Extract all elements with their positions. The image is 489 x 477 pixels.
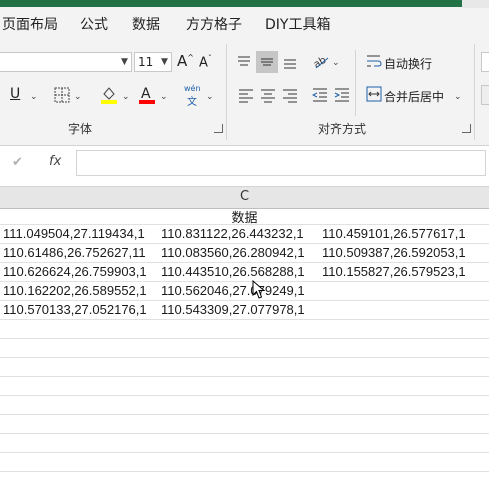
menu-bar: 页面布局 公式 数据 方方格子 DIY工具箱 bbox=[0, 0, 489, 40]
data-cell[interactable]: 110.459101,26.577617,1 bbox=[322, 226, 466, 241]
font-name-dropdown[interactable]: ▼ bbox=[0, 52, 132, 72]
align-middle-button[interactable] bbox=[256, 51, 278, 73]
empty-row[interactable] bbox=[0, 434, 489, 453]
sheet-header-row: 数据 bbox=[0, 206, 489, 226]
align-middle-icon bbox=[261, 58, 273, 66]
empty-row[interactable] bbox=[0, 396, 489, 415]
svg-text:A: A bbox=[141, 86, 151, 102]
chevron-down-icon[interactable]: ⌄ bbox=[206, 92, 214, 102]
align-left-icon[interactable] bbox=[238, 87, 254, 103]
menu-fangfang-grid[interactable]: 方方格子 bbox=[186, 14, 242, 34]
chevron-down-icon: ▼ bbox=[121, 57, 128, 67]
alignment-dialog-launcher-icon[interactable] bbox=[462, 124, 471, 133]
wrap-text-icon[interactable] bbox=[366, 53, 382, 69]
orientation-icon[interactable]: ab bbox=[312, 52, 330, 70]
data-cell[interactable]: 110.443510,26.568288,1 bbox=[161, 264, 305, 279]
table-row: 110.162202,26.589552,1 110.562046,27.079… bbox=[0, 282, 489, 301]
header-cell[interactable]: 数据 bbox=[0, 207, 489, 226]
data-cell[interactable]: 111.049504,27.119434,1 bbox=[3, 226, 145, 241]
table-row: 110.61486,26.752627,11 110.083560,26.280… bbox=[0, 244, 489, 263]
empty-row[interactable] bbox=[0, 358, 489, 377]
merge-center-label[interactable]: 合并后居中 bbox=[384, 88, 444, 105]
font-color-icon[interactable]: A bbox=[138, 85, 156, 105]
chevron-down-icon[interactable]: ⌄ bbox=[454, 92, 462, 102]
fill-color-icon[interactable] bbox=[100, 85, 118, 105]
data-cell[interactable]: 110.155827,26.579523,1 bbox=[322, 264, 466, 279]
empty-row[interactable] bbox=[0, 320, 489, 339]
menu-page-layout[interactable]: 页面布局 bbox=[2, 14, 58, 34]
chevron-down-icon[interactable]: ⌄ bbox=[74, 92, 82, 102]
empty-row[interactable] bbox=[0, 415, 489, 434]
svg-text:ab: ab bbox=[312, 55, 328, 70]
data-cell[interactable]: 110.162202,26.589552,1 bbox=[3, 283, 147, 298]
number-format-dropdown[interactable] bbox=[481, 52, 489, 72]
decrease-indent-icon[interactable] bbox=[312, 87, 328, 103]
empty-row[interactable] bbox=[0, 339, 489, 358]
merge-center-icon[interactable] bbox=[366, 86, 382, 102]
empty-row[interactable] bbox=[0, 453, 489, 472]
phonetic-guide-icon[interactable]: 文 bbox=[187, 93, 197, 108]
table-row: 110.626624,26.759903,1 110.443510,26.568… bbox=[0, 263, 489, 282]
group-divider bbox=[226, 44, 227, 140]
empty-row[interactable] bbox=[0, 377, 489, 396]
menu-edge bbox=[462, 0, 489, 8]
number-format-button[interactable] bbox=[481, 85, 489, 105]
menu-diy-toolbox[interactable]: DIY工具箱 bbox=[265, 14, 330, 34]
group-divider bbox=[474, 44, 475, 140]
data-cell[interactable]: 110.831122,26.443232,1 bbox=[161, 226, 304, 241]
chevron-down-icon[interactable]: ⌄ bbox=[160, 92, 168, 102]
enter-check-icon[interactable]: ✔ bbox=[12, 155, 23, 170]
chevron-down-icon[interactable]: ⌄ bbox=[122, 92, 130, 102]
data-cell[interactable]: 110.626624,26.759903,1 bbox=[3, 264, 147, 279]
font-size-value: 11 bbox=[138, 55, 154, 69]
menu-data[interactable]: 数据 bbox=[132, 14, 160, 34]
align-bottom-icon[interactable] bbox=[282, 54, 298, 70]
chevron-down-icon: ▼ bbox=[161, 57, 168, 67]
wrap-text-label[interactable]: 自动换行 bbox=[384, 55, 432, 72]
formula-input[interactable] bbox=[76, 150, 486, 176]
data-cell[interactable]: 110.083560,26.280942,1 bbox=[161, 245, 305, 260]
font-group-label: 字体 bbox=[68, 122, 93, 136]
increase-indent-icon[interactable] bbox=[334, 87, 350, 103]
data-cell[interactable]: 110.570133,27.052176,1 bbox=[3, 302, 147, 317]
font-dialog-launcher-icon[interactable] bbox=[214, 124, 223, 133]
underline-icon[interactable]: U bbox=[10, 86, 20, 102]
decrease-font-size-icon[interactable]: Aˇ bbox=[199, 54, 212, 70]
chevron-down-icon[interactable]: ⌄ bbox=[30, 92, 38, 102]
font-size-dropdown[interactable]: 11 ▼ bbox=[134, 52, 172, 72]
ribbon: ▼ 11 ▼ A^ Aˇ U ⌄ ⌄ ⌄ A ⌄ wén 文 ⌄ 字体 ab ⌄… bbox=[0, 40, 489, 146]
borders-icon[interactable] bbox=[54, 87, 70, 103]
align-center-icon[interactable] bbox=[260, 87, 276, 103]
align-top-icon[interactable] bbox=[236, 54, 252, 70]
align-right-icon[interactable] bbox=[282, 87, 298, 103]
insert-function-icon[interactable]: fx bbox=[49, 154, 61, 169]
alignment-group-label: 对齐方式 bbox=[318, 122, 367, 136]
title-bar-strip bbox=[0, 0, 489, 7]
chevron-down-icon[interactable]: ⌄ bbox=[332, 58, 340, 68]
data-cell[interactable]: 110.509387,26.592053,1 bbox=[322, 245, 466, 260]
mouse-cursor-icon bbox=[252, 280, 266, 299]
phonetic-guide-top: wén bbox=[184, 84, 201, 93]
data-cell[interactable]: 110.543309,27.077978,1 bbox=[161, 302, 305, 317]
column-header-c[interactable]: C bbox=[0, 189, 489, 204]
data-cell[interactable]: 110.61486,26.752627,11 bbox=[3, 245, 146, 260]
table-row: 110.570133,27.052176,1 110.543309,27.077… bbox=[0, 301, 489, 320]
data-cell[interactable]: 110.562046,27.079249,1 bbox=[161, 283, 305, 298]
menu-formulas[interactable]: 公式 bbox=[80, 14, 108, 34]
align-divider bbox=[355, 50, 356, 116]
increase-font-size-icon[interactable]: A^ bbox=[177, 52, 194, 70]
table-row: 111.049504,27.119434,1 110.831122,26.443… bbox=[0, 225, 489, 244]
